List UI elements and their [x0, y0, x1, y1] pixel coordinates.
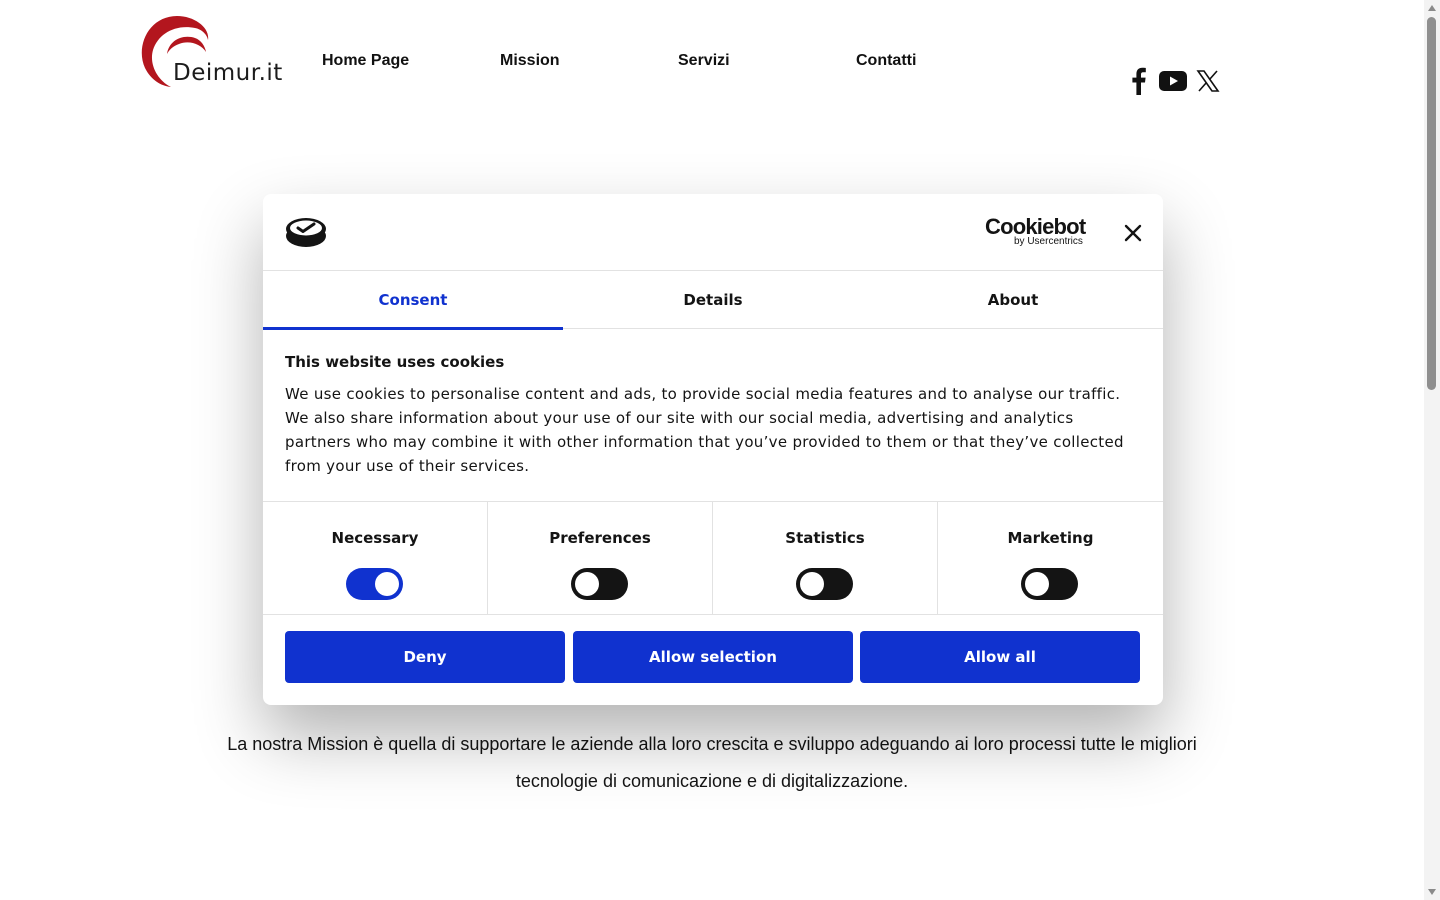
logo-text: Deimur.it [173, 60, 283, 86]
cookiebot-badge-icon [286, 218, 326, 247]
dialog-header: Cookiebot by Usercentrics [263, 194, 1163, 271]
consent-categories: Necessary Preferences Statistics Marketi… [263, 501, 1163, 615]
allow-selection-button[interactable]: Allow selection [573, 631, 853, 683]
toggle-knob [1025, 572, 1049, 596]
site-header: Deimur.it Home Page Mission Servizi Cont… [0, 0, 1424, 120]
cookie-consent-dialog: Cookiebot by Usercentrics Consent Detail… [263, 194, 1163, 705]
category-preferences: Preferences [488, 502, 713, 615]
marketing-toggle[interactable] [1021, 568, 1078, 600]
category-marketing: Marketing [938, 502, 1163, 615]
tab-about[interactable]: About [863, 271, 1163, 329]
tab-details[interactable]: Details [563, 271, 863, 329]
toggle-knob [575, 572, 599, 596]
tab-details-label: Details [683, 291, 743, 309]
category-label: Marketing [1007, 529, 1094, 547]
allow-all-button[interactable]: Allow all [860, 631, 1140, 683]
nav-contatti[interactable]: Contatti [856, 52, 916, 70]
nav-mission[interactable]: Mission [500, 52, 560, 70]
site-logo[interactable]: Deimur.it [137, 14, 287, 94]
preferences-toggle[interactable] [571, 568, 628, 600]
x-icon[interactable] [1193, 66, 1223, 96]
statistics-toggle[interactable] [796, 568, 853, 600]
necessary-toggle[interactable] [346, 568, 403, 600]
nav-servizi[interactable]: Servizi [678, 52, 730, 70]
scroll-thumb[interactable] [1427, 17, 1436, 390]
youtube-icon[interactable] [1158, 66, 1188, 96]
deny-button[interactable]: Deny [285, 631, 565, 683]
consent-description: We use cookies to personalise content an… [285, 385, 1124, 475]
category-label: Statistics [785, 529, 865, 547]
category-statistics: Statistics [713, 502, 938, 615]
toggle-knob [375, 572, 399, 596]
tab-about-label: About [987, 291, 1039, 309]
active-tab-indicator [263, 327, 563, 330]
close-icon[interactable] [1121, 221, 1145, 245]
toggle-knob [800, 572, 824, 596]
mission-statement: La nostra Mission è quella di supportare… [227, 734, 1197, 791]
cookiebot-brand-subtitle: by Usercentrics [1014, 236, 1083, 247]
cookiebot-logo[interactable]: Cookiebot by Usercentrics [985, 214, 1089, 248]
facebook-icon[interactable] [1123, 66, 1153, 96]
tab-consent[interactable]: Consent [263, 271, 563, 330]
category-necessary: Necessary [263, 502, 488, 615]
tab-consent-label: Consent [378, 291, 448, 309]
dialog-tabs: Consent Details About [263, 271, 1163, 330]
consent-title: This website uses cookies [285, 353, 505, 371]
scroll-down-arrow-icon[interactable] [1428, 889, 1436, 895]
nav-home-page[interactable]: Home Page [322, 52, 409, 70]
category-label: Necessary [331, 529, 419, 547]
scroll-up-arrow-icon[interactable] [1428, 5, 1436, 11]
category-label: Preferences [549, 529, 651, 547]
page-scrollbar[interactable] [1424, 0, 1440, 900]
